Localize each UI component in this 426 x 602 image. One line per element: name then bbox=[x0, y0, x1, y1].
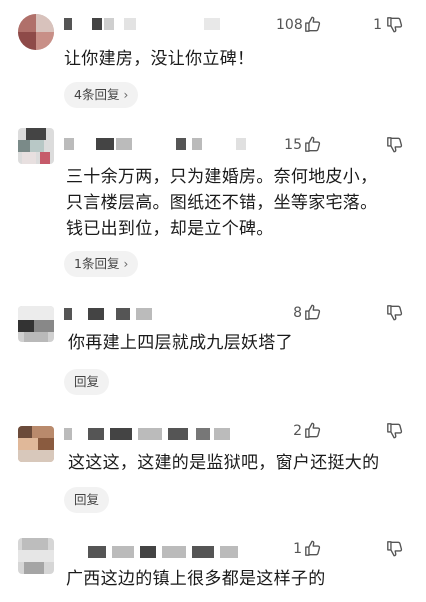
comment-item: 8 你再建上四层就成九层妖塔了 回复 bbox=[0, 290, 426, 410]
avatar[interactable] bbox=[18, 306, 54, 342]
thumbs-up-icon[interactable] bbox=[304, 539, 322, 557]
reply-button[interactable]: 回复 bbox=[64, 369, 110, 395]
avatar[interactable] bbox=[18, 14, 54, 50]
thumbs-down-icon[interactable] bbox=[386, 304, 404, 322]
comment-item: 1 广西这边的镇上很多都是这样子的 bbox=[0, 530, 426, 602]
comment-actions: 108 1 bbox=[272, 15, 412, 35]
like-count: 108 bbox=[276, 17, 303, 33]
avatar[interactable] bbox=[18, 426, 54, 462]
chevron-right-icon: › bbox=[123, 257, 129, 271]
comment-text: 这这这，这建的是监狱吧，窗户还挺大的 bbox=[68, 453, 380, 473]
reply-label: 回复 bbox=[74, 374, 100, 389]
comment-actions: 8 bbox=[272, 303, 412, 323]
comment-text: 广西这边的镇上很多都是这样子的 bbox=[66, 569, 326, 589]
thumbs-down-icon[interactable] bbox=[386, 422, 404, 440]
thumbs-down-icon[interactable] bbox=[386, 16, 404, 34]
comment-actions: 15 bbox=[272, 135, 412, 155]
thumbs-up-icon[interactable] bbox=[304, 135, 322, 153]
reply-label: 4条回复 bbox=[74, 87, 120, 102]
like-count: 15 bbox=[284, 137, 302, 153]
comment-item: 15 三十余万两，只为建婚房。奈何地皮小， 只言楼层高。图纸还不错，坐等家宅落。… bbox=[0, 120, 426, 290]
view-replies-button[interactable]: 1条回复 › bbox=[64, 251, 139, 277]
chevron-right-icon: › bbox=[123, 88, 129, 102]
comment-text: 三十余万两，只为建婚房。奈何地皮小， 只言楼层高。图纸还不错，坐等家宅落。 钱已… bbox=[66, 167, 378, 239]
avatar[interactable] bbox=[18, 538, 54, 574]
comment-item: 108 1 让你建房，没让你立碑！ 4条回复 › bbox=[0, 0, 426, 120]
thumbs-down-icon[interactable] bbox=[386, 136, 404, 154]
comment-text: 你再建上四层就成九层妖塔了 bbox=[68, 333, 293, 353]
like-count: 8 bbox=[293, 305, 302, 321]
thumbs-up-icon[interactable] bbox=[304, 303, 322, 321]
like-count: 1 bbox=[293, 541, 302, 557]
thumbs-up-icon[interactable] bbox=[304, 421, 322, 439]
comment-item: 2 这这这，这建的是监狱吧，窗户还挺大的 回复 bbox=[0, 410, 426, 530]
reply-button[interactable]: 回复 bbox=[64, 487, 110, 513]
like-count: 2 bbox=[293, 423, 302, 439]
view-replies-button[interactable]: 4条回复 › bbox=[64, 82, 139, 108]
reply-label: 1条回复 bbox=[74, 256, 120, 271]
thumbs-down-icon[interactable] bbox=[386, 540, 404, 558]
comment-actions: 1 bbox=[272, 539, 412, 559]
avatar[interactable] bbox=[18, 128, 54, 164]
reply-label: 回复 bbox=[74, 492, 100, 507]
dislike-count: 1 bbox=[373, 17, 382, 33]
comment-text: 让你建房，没让你立碑！ bbox=[64, 49, 255, 69]
thumbs-up-icon[interactable] bbox=[304, 15, 322, 33]
comment-actions: 2 bbox=[272, 421, 412, 441]
